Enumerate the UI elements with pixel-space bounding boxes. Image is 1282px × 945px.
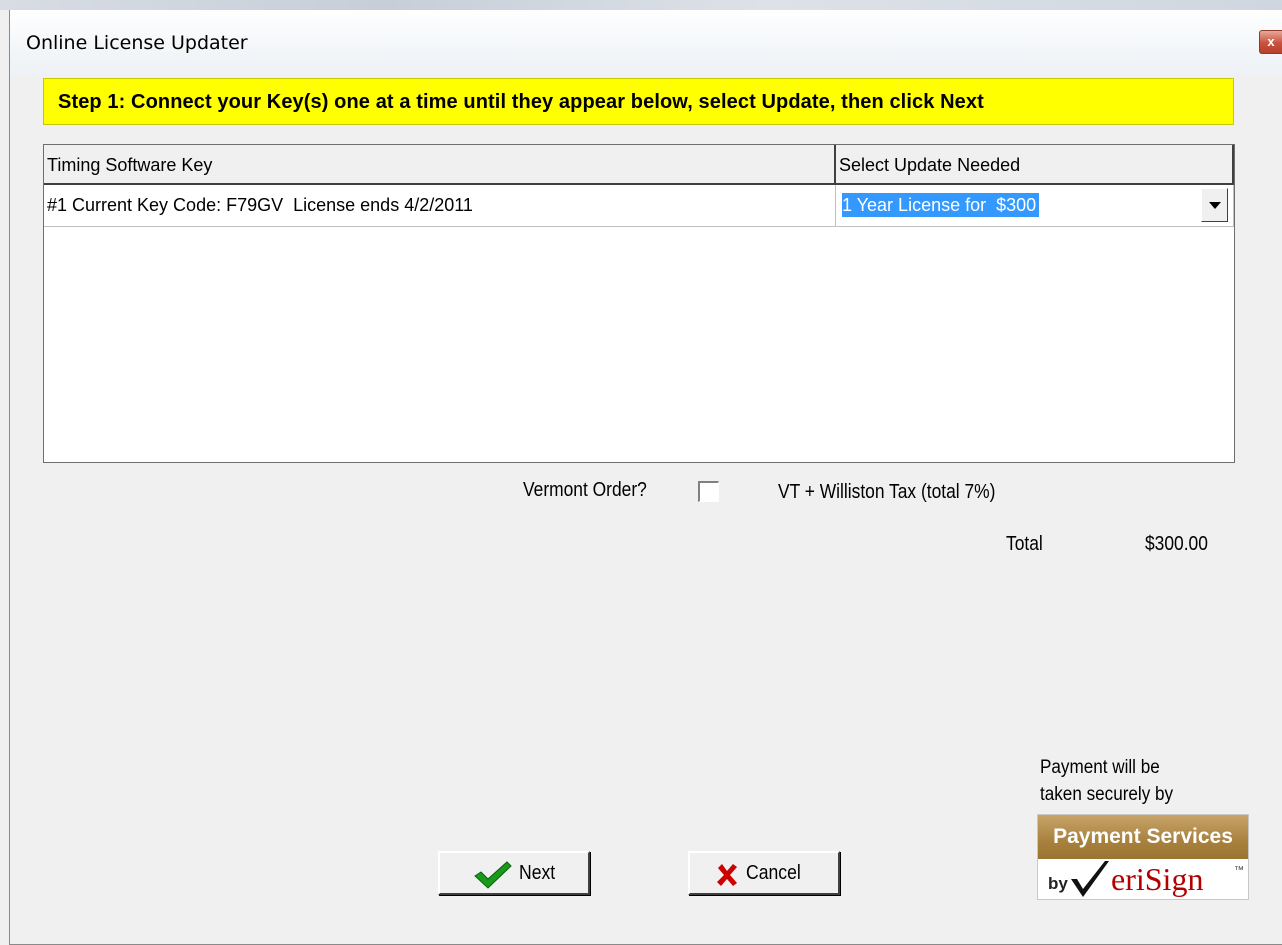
x-icon	[717, 864, 737, 886]
next-button[interactable]: Next	[438, 851, 590, 895]
grid-cell-key[interactable]: #1 Current Key Code: F79GV License ends …	[44, 185, 836, 227]
window-title: Online License Updater	[26, 32, 248, 54]
verisign-badge: Payment Services by eriSign ™	[1037, 814, 1249, 900]
verisign-by: by	[1048, 874, 1068, 893]
background-window-strip	[0, 0, 1282, 10]
total-value: $300.00	[1145, 533, 1208, 555]
close-icon: x	[1267, 34, 1275, 49]
column-header-key[interactable]: Timing Software Key	[44, 145, 836, 185]
vermont-order-label: Vermont Order?	[523, 479, 647, 501]
vermont-order-checkbox[interactable]	[698, 481, 719, 502]
dropdown-button[interactable]	[1201, 188, 1228, 222]
tax-label: VT + Williston Tax (total 7%)	[778, 481, 996, 503]
verisign-brand: eriSign	[1111, 861, 1204, 897]
total-label: Total	[1006, 533, 1043, 555]
payment-note-line2: taken securely by	[1040, 784, 1174, 805]
cancel-button[interactable]: Cancel	[688, 851, 840, 895]
step-instruction-banner: Step 1: Connect your Key(s) one at a tim…	[43, 78, 1234, 125]
verisign-trademark: ™	[1234, 865, 1244, 876]
title-bar[interactable]: Online License Updater x	[10, 10, 1282, 76]
update-dropdown[interactable]: 1 Year License for $300	[836, 185, 1234, 227]
close-button[interactable]: x	[1259, 30, 1282, 54]
verisign-logo: by eriSign ™	[1038, 859, 1248, 901]
license-key-grid[interactable]: Timing Software Key Select Update Needed…	[43, 144, 1235, 463]
verisign-check-icon	[1071, 861, 1109, 897]
update-selected-value[interactable]: 1 Year License for $300	[842, 193, 1040, 217]
payment-note-line1: Payment will be	[1040, 757, 1160, 778]
verisign-badge-title: Payment Services	[1038, 815, 1248, 859]
chevron-down-icon	[1209, 202, 1221, 209]
payment-note: Payment will be taken securely by	[1040, 754, 1173, 808]
checkmark-icon	[474, 861, 512, 889]
cancel-button-label: Cancel	[746, 862, 801, 884]
column-header-update[interactable]: Select Update Needed	[836, 145, 1234, 185]
next-button-label: Next	[519, 862, 556, 884]
